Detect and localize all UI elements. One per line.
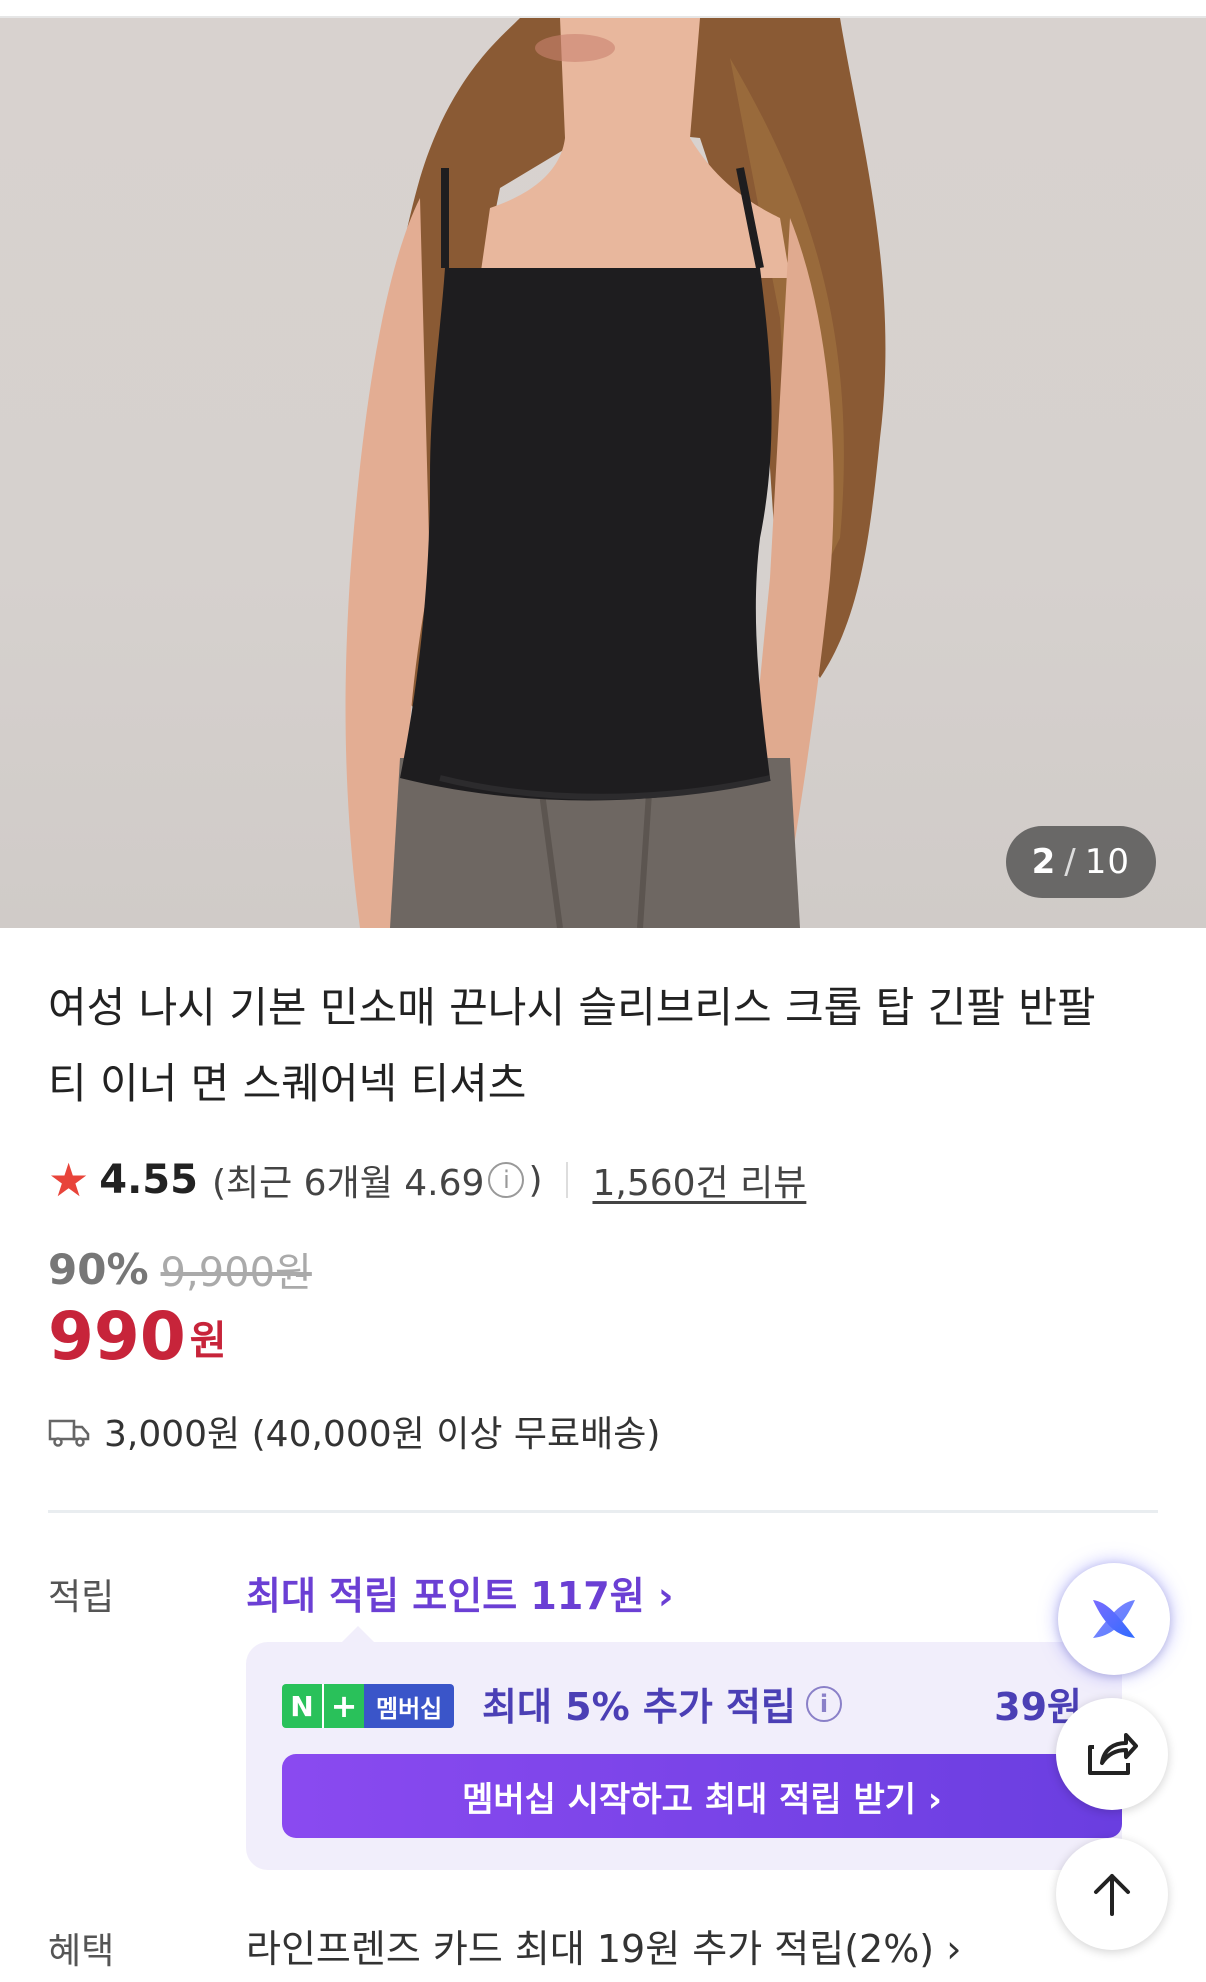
image-counter-current: 2	[1031, 842, 1057, 882]
product-title: 여성 나시 기본 민소매 끈나시 슬리브리스 크롭 탑 긴팔 반팔 티 이너 면…	[48, 983, 1096, 1108]
sale-price: 990 원	[48, 1300, 227, 1374]
reviews-link[interactable]: 1,560건 리뷰	[592, 1154, 806, 1206]
shipping-text: 3,000원 (40,000원 이상 무료배송)	[104, 1414, 661, 1455]
membership-text: 최대 5% 추가 적립	[482, 1685, 796, 1729]
recent-rating-close: )	[528, 1159, 543, 1201]
membership-badge-label: 멤버십	[364, 1684, 455, 1728]
info-icon[interactable]: i	[805, 1685, 842, 1722]
npay-membership-badge: N + 멤버십	[282, 1684, 455, 1728]
share-icon	[1088, 1733, 1138, 1775]
max-points-link[interactable]: 최대 적립 포인트 117원 ›	[246, 1565, 674, 1620]
benefit-label: 혜택	[48, 1931, 115, 1972]
star-icon: ★	[48, 1153, 90, 1207]
top-divider	[0, 0, 1206, 18]
scroll-top-button[interactable]	[1056, 1838, 1168, 1950]
product-image[interactable]: 2 / 10	[0, 18, 1206, 928]
discount-percent: 90%	[48, 1244, 149, 1294]
image-counter-total: 10	[1084, 842, 1130, 882]
image-counter-separator: /	[1064, 842, 1077, 882]
section-divider	[48, 1510, 1158, 1513]
truck-icon	[48, 1419, 90, 1447]
discount-row: 90% 9,900원	[48, 1240, 312, 1298]
product-photo	[345, 18, 886, 928]
info-icon[interactable]: i	[488, 1162, 525, 1198]
membership-extra-points: 최대 5% 추가 적립 i	[482, 1676, 846, 1731]
points-label: 적립	[48, 1577, 115, 1618]
ai-assistant-icon	[1093, 1600, 1135, 1638]
ai-assistant-button[interactable]	[1058, 1563, 1170, 1675]
shipping-info: 3,000원 (40,000원 이상 무료배송)	[48, 1405, 660, 1457]
image-counter: 2 / 10	[1005, 826, 1156, 898]
rating-score: 4.55	[99, 1157, 198, 1203]
arrow-up-icon	[1094, 1874, 1130, 1916]
recent-rating-text: (최근 6개월 4.69	[211, 1163, 485, 1204]
membership-box: N + 멤버십 최대 5% 추가 적립 i 39원 멤버십 시작하고 최대 적립…	[246, 1626, 1122, 1870]
rating-row: ★ 4.55 (최근 6개월 4.69 i ) 1,560건 리뷰	[48, 1152, 806, 1208]
npay-n-logo: N	[282, 1684, 322, 1728]
plus-icon: +	[322, 1684, 364, 1728]
original-price: 9,900원	[160, 1250, 312, 1296]
card-benefit-link[interactable]: 라인프렌즈 카드 최대 19원 추가 적립(2%) ›	[246, 1918, 961, 1973]
divider	[566, 1162, 569, 1198]
start-membership-button[interactable]: 멤버십 시작하고 최대 적립 받기 ›	[282, 1754, 1122, 1838]
sale-price-currency: 원	[189, 1318, 227, 1364]
share-button[interactable]	[1056, 1698, 1168, 1810]
sale-price-value: 990	[48, 1298, 186, 1375]
